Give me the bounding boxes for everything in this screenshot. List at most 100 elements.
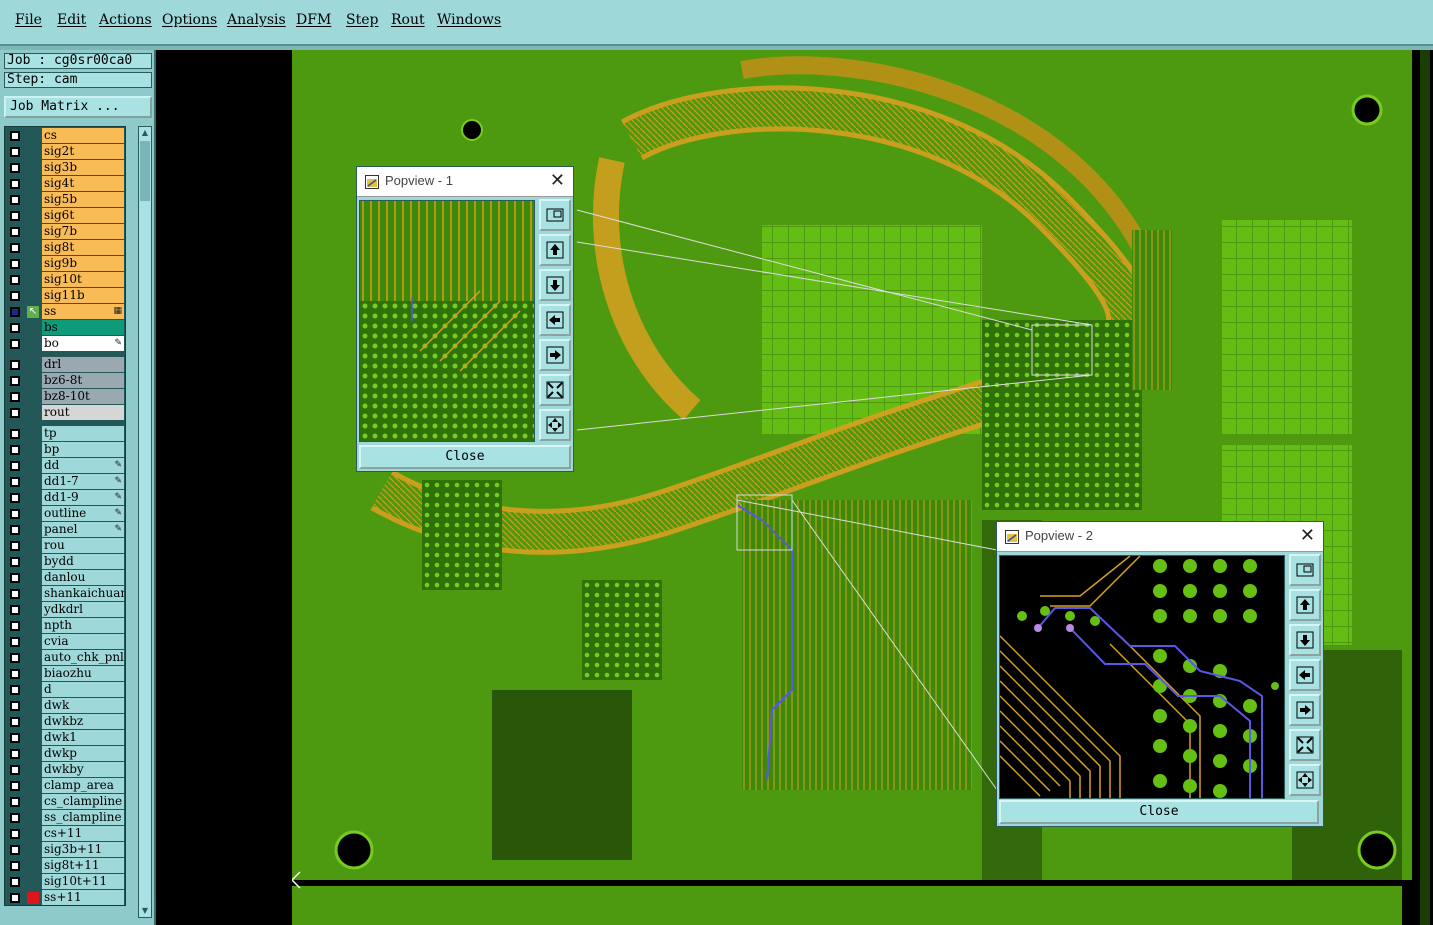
- layer-checkbox[interactable]: [10, 893, 20, 903]
- popview-1-titlebar[interactable]: Popview - 1 ✕: [357, 167, 573, 197]
- layer-checkbox[interactable]: [10, 621, 20, 631]
- layer-name[interactable]: drl: [42, 357, 124, 372]
- layer-row[interactable]: d: [5, 682, 125, 698]
- layer-name[interactable]: sig3b: [42, 160, 124, 175]
- layer-row[interactable]: clamp_area: [5, 778, 125, 794]
- layer-name[interactable]: sig11b: [42, 288, 124, 303]
- menu-rout[interactable]: Rout: [391, 12, 425, 28]
- layer-checkbox[interactable]: [10, 701, 20, 711]
- layer-checkbox[interactable]: [10, 429, 20, 439]
- layer-name[interactable]: ss ▦: [42, 304, 124, 319]
- pan-down-icon[interactable]: [1289, 624, 1321, 656]
- layer-name[interactable]: cs+11: [42, 826, 124, 841]
- popview-2-titlebar[interactable]: Popview - 2 ✕: [997, 522, 1323, 552]
- layer-name[interactable]: shankaichuan: [42, 586, 124, 601]
- layer-name[interactable]: dwk: [42, 698, 124, 713]
- layer-name[interactable]: bo ✎: [42, 336, 124, 351]
- layer-row[interactable]: ydkdrl: [5, 602, 125, 618]
- layer-row[interactable]: rout: [5, 405, 125, 421]
- layer-name[interactable]: bz8-10t: [42, 389, 124, 404]
- layer-row[interactable]: bz8-10t: [5, 389, 125, 405]
- layer-name[interactable]: bs: [42, 320, 124, 335]
- zoom-window-icon[interactable]: [1289, 554, 1321, 586]
- popview-1-canvas[interactable]: [359, 200, 535, 442]
- layer-name[interactable]: sig9b: [42, 256, 124, 271]
- pan-up-icon[interactable]: [1289, 589, 1321, 621]
- layer-row[interactable]: npth: [5, 618, 125, 634]
- pan-right-icon[interactable]: [1289, 694, 1321, 726]
- layer-checkbox[interactable]: [10, 733, 20, 743]
- layer-checkbox[interactable]: [10, 307, 20, 317]
- layer-checkbox[interactable]: [10, 573, 20, 583]
- layer-name[interactable]: sig7b: [42, 224, 124, 239]
- layer-row[interactable]: cvia: [5, 634, 125, 650]
- layer-list-scrollbar[interactable]: ▲ ▼: [138, 126, 152, 918]
- layer-name[interactable]: sig8t: [42, 240, 124, 255]
- layer-row[interactable]: bz6-8t: [5, 373, 125, 389]
- layer-row[interactable]: sig7b: [5, 224, 125, 240]
- layer-row[interactable]: bs: [5, 320, 125, 336]
- layer-name[interactable]: d: [42, 682, 124, 697]
- layer-checkbox[interactable]: [10, 605, 20, 615]
- pan-down-icon[interactable]: [539, 269, 571, 301]
- layer-name[interactable]: dd ✎: [42, 458, 124, 473]
- layer-row[interactable]: drl: [5, 357, 125, 373]
- popview-2-canvas[interactable]: [999, 555, 1285, 799]
- layer-checkbox[interactable]: [10, 589, 20, 599]
- layer-row[interactable]: sig10t+11: [5, 874, 125, 890]
- scroll-thumb[interactable]: [140, 141, 150, 201]
- layer-row[interactable]: sig4t: [5, 176, 125, 192]
- pan-up-icon[interactable]: [539, 234, 571, 266]
- layer-row[interactable]: rou: [5, 538, 125, 554]
- layer-checkbox[interactable]: [10, 813, 20, 823]
- layer-row[interactable]: sig3b: [5, 160, 125, 176]
- layer-checkbox[interactable]: [10, 147, 20, 157]
- layer-row[interactable]: dwkbz: [5, 714, 125, 730]
- layer-row[interactable]: ↖ ss ▦: [5, 304, 125, 320]
- layer-name[interactable]: sig3b+11: [42, 842, 124, 857]
- layer-row[interactable]: sig9b: [5, 256, 125, 272]
- layer-checkbox[interactable]: [10, 360, 20, 370]
- layer-checkbox[interactable]: [10, 291, 20, 301]
- layer-row[interactable]: sig8t: [5, 240, 125, 256]
- menu-step[interactable]: Step: [346, 12, 378, 28]
- layer-row[interactable]: dd1-7 ✎: [5, 474, 125, 490]
- layer-row[interactable]: sig8t+11: [5, 858, 125, 874]
- layer-name[interactable]: cs_clampline: [42, 794, 124, 809]
- layer-checkbox[interactable]: [10, 259, 20, 269]
- layer-checkbox[interactable]: [10, 131, 20, 141]
- layer-checkbox[interactable]: [10, 376, 20, 386]
- layer-name[interactable]: dwk1: [42, 730, 124, 745]
- menu-edit[interactable]: Edit: [57, 12, 86, 28]
- layer-name[interactable]: ss_clampline: [42, 810, 124, 825]
- layer-row[interactable]: bydd: [5, 554, 125, 570]
- layer-checkbox[interactable]: [10, 669, 20, 679]
- scroll-down-icon[interactable]: ▼: [140, 906, 150, 916]
- menu-file[interactable]: File: [15, 12, 42, 28]
- layer-name[interactable]: panel ✎: [42, 522, 124, 537]
- layer-name[interactable]: rou: [42, 538, 124, 553]
- layer-checkbox[interactable]: [10, 765, 20, 775]
- layer-checkbox[interactable]: [10, 685, 20, 695]
- layer-checkbox[interactable]: [10, 243, 20, 253]
- layer-checkbox[interactable]: [10, 445, 20, 455]
- layer-name[interactable]: dd1-7 ✎: [42, 474, 124, 489]
- layer-name[interactable]: biaozhu: [42, 666, 124, 681]
- layer-row[interactable]: bo ✎: [5, 336, 125, 352]
- layer-checkbox[interactable]: [10, 392, 20, 402]
- layer-row[interactable]: cs_clampline: [5, 794, 125, 810]
- layer-checkbox[interactable]: [10, 195, 20, 205]
- layer-checkbox[interactable]: [10, 541, 20, 551]
- layer-checkbox[interactable]: [10, 339, 20, 349]
- layer-row[interactable]: dd ✎: [5, 458, 125, 474]
- layer-row[interactable]: sig10t: [5, 272, 125, 288]
- layer-checkbox[interactable]: [10, 829, 20, 839]
- layer-checkbox[interactable]: [10, 493, 20, 503]
- layer-name[interactable]: sig8t+11: [42, 858, 124, 873]
- layer-name[interactable]: sig5b: [42, 192, 124, 207]
- menu-actions[interactable]: Actions: [99, 12, 152, 28]
- layer-checkbox[interactable]: [10, 637, 20, 647]
- job-matrix-button[interactable]: Job Matrix ...: [4, 96, 152, 118]
- layer-checkbox[interactable]: [10, 717, 20, 727]
- layer-name[interactable]: dd1-9 ✎: [42, 490, 124, 505]
